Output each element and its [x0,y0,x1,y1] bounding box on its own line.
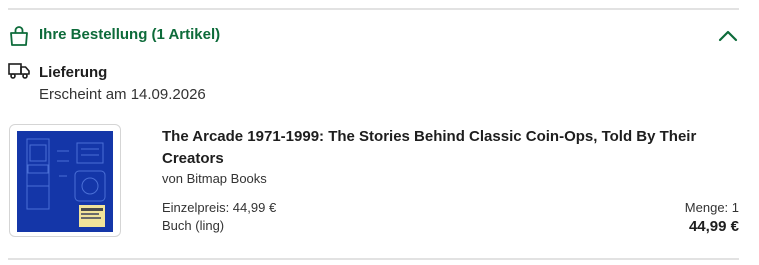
order-summary-header[interactable]: Ihre Bestellung (1 Artikel) [8,22,739,50]
product-title[interactable]: The Arcade 1971-1999: The Stories Behind… [162,126,737,170]
product-format: Buch (ling) [162,218,225,233]
order-summary-title: Ihre Bestellung (1 Artikel) [39,26,221,43]
product-thumbnail[interactable] [9,124,121,237]
quantity: Menge: 1 [684,200,739,215]
product-publisher: von Bitmap Books [162,171,267,186]
chevron-up-icon[interactable] [717,26,739,44]
line-total: 44,99 € [688,218,739,235]
delivery-label: Lieferung [39,64,108,81]
unit-price: Einzelpreis: 44,99 € [162,200,277,215]
shopping-bag-icon [10,26,28,46]
bottom-divider [8,258,739,260]
delivery-section: Lieferung Erscheint am 14.09.2026 [8,60,408,110]
arcade-cabinet-illustration [26,138,106,227]
top-divider [8,8,739,10]
truck-icon [8,63,30,79]
delivery-date: Erscheint am 14.09.2026 [39,86,206,103]
book-cover-image [17,131,113,232]
